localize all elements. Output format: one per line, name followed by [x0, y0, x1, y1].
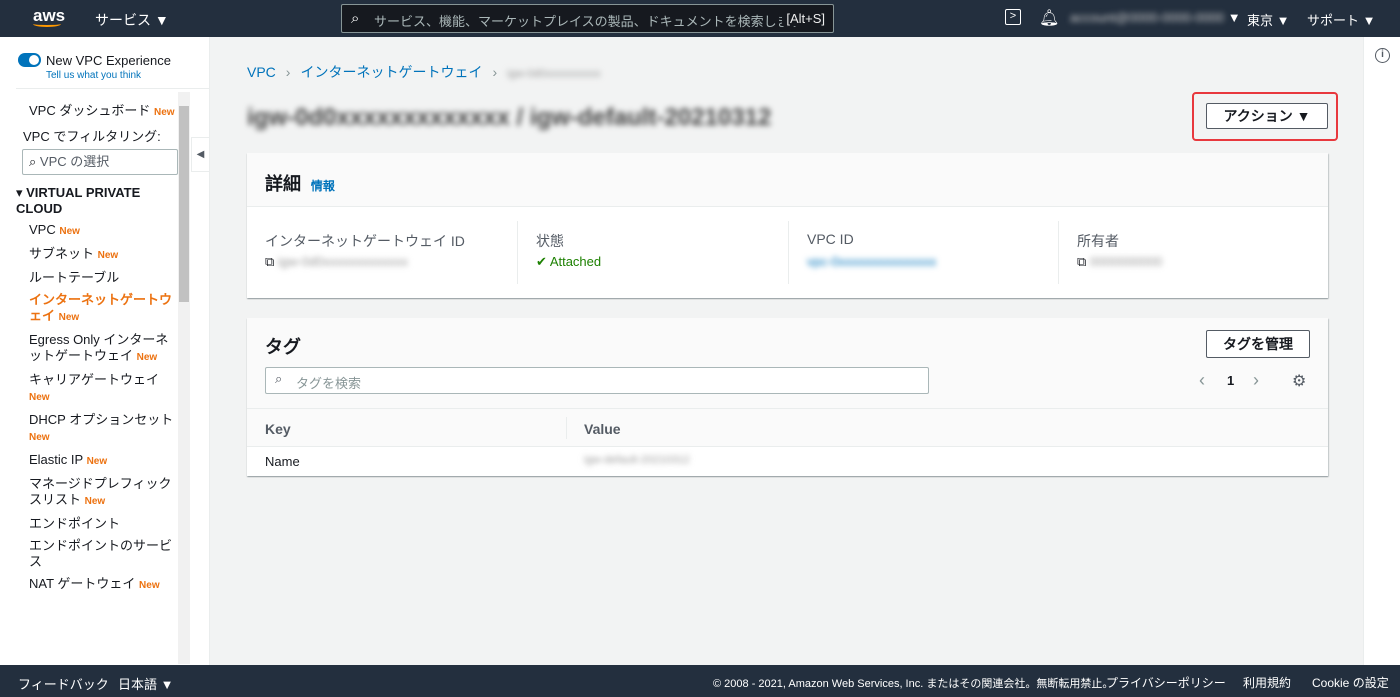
- breadcrumb-igw[interactable]: インターネットゲートウェイ: [300, 64, 482, 80]
- new-badge: New: [153, 107, 175, 118]
- sidebar-item[interactable]: VPC New: [0, 217, 178, 240]
- sidebar-item[interactable]: VPC ダッシュボード New: [0, 93, 178, 121]
- owner-value: ⧉ 0000000000: [1077, 254, 1163, 269]
- info-link[interactable]: 情報: [311, 179, 335, 193]
- copy-icon[interactable]: ⧉: [1077, 254, 1086, 269]
- table-header: Key Value: [247, 408, 1328, 447]
- top-nav: aws サービス ▼ ⌕ サービス、機能、マーケットプレイスの製品、ドキュメントを…: [0, 0, 1400, 37]
- igw-id-value: ⧉ igw-0d0xxxxxxxxxxxxx: [265, 254, 408, 269]
- bell-icon[interactable]: 🔔︎: [1039, 8, 1059, 28]
- new-badge: New: [84, 496, 106, 507]
- next-page-icon[interactable]: ›: [1253, 370, 1259, 391]
- igw-id-label: インターネットゲートウェイ ID: [265, 233, 465, 249]
- sidebar-item[interactable]: DHCP オプションセット New: [0, 406, 178, 446]
- copy-icon[interactable]: ⧉: [265, 254, 274, 269]
- breadcrumb: VPC › インターネットゲートウェイ › igw-0d0xxxxxxxxxx: [247, 64, 601, 80]
- new-badge: New: [86, 456, 108, 467]
- vpc-id-link[interactable]: vpc-0xxxxxxxxxxxxxxx: [807, 254, 936, 269]
- sidebar-item[interactable]: マネージドプレフィックスリスト New: [0, 470, 178, 510]
- details-title: 詳細: [265, 174, 301, 194]
- manage-tags-button[interactable]: タグを管理: [1206, 330, 1310, 358]
- search-icon: ⌕: [29, 154, 37, 169]
- footer: フィードバック 日本語 ▼ © 2008 - 2021, Amazon Web …: [0, 665, 1400, 697]
- sidebar-item[interactable]: サブネット New: [0, 240, 178, 264]
- page-title: igw-0d0xxxxxxxxxxxxx / igw-default-20210…: [247, 104, 772, 131]
- support-menu[interactable]: サポート ▼: [1307, 10, 1375, 29]
- global-search-input[interactable]: ⌕ サービス、機能、マーケットプレイスの製品、ドキュメントを検索します [Alt+S…: [341, 4, 834, 33]
- copyright: © 2008 - 2021, Amazon Web Services, Inc.…: [713, 678, 1114, 690]
- search-shortcut: [Alt+S]: [782, 11, 825, 26]
- tag-search-input[interactable]: ⌕ タグを検索: [265, 367, 929, 394]
- state-label: 状態: [536, 233, 564, 249]
- account-menu[interactable]: account@0000-0000-0000 ▼: [1070, 10, 1241, 25]
- section-virtual-private-cloud[interactable]: ▾ VIRTUAL PRIVATE CLOUD: [0, 175, 170, 217]
- sidebar-item[interactable]: エンドポイント: [0, 510, 178, 532]
- privacy-link[interactable]: プライバシーポリシー: [1106, 674, 1226, 691]
- collapse-sidebar-button[interactable]: ◀: [191, 137, 210, 172]
- check-circle-icon: ✔: [536, 254, 547, 269]
- column-value[interactable]: Value: [584, 421, 621, 437]
- sidebar-scrollbar[interactable]: [178, 92, 190, 664]
- language-select[interactable]: 日本語 ▼: [118, 674, 173, 693]
- page-number[interactable]: 1: [1227, 373, 1234, 388]
- sidebar-item[interactable]: Egress Only インターネットゲートウェイ New: [0, 326, 178, 366]
- region-menu[interactable]: 東京 ▼: [1247, 10, 1289, 29]
- state-value: ✔ Attached: [536, 254, 602, 269]
- sidebar-item[interactable]: Elastic IP New: [0, 446, 178, 470]
- cookie-link[interactable]: Cookie の設定: [1312, 674, 1389, 691]
- new-badge: New: [29, 432, 50, 443]
- sidebar: New VPC Experience Tell us what you thin…: [0, 37, 210, 665]
- info-icon[interactable]: i: [1375, 48, 1390, 63]
- new-badge: New: [59, 226, 80, 237]
- column-key[interactable]: Key: [265, 421, 291, 437]
- vpc-id-label: VPC ID: [807, 231, 854, 247]
- sidebar-item[interactable]: インターネットゲートウェイ New: [0, 286, 178, 326]
- gear-icon[interactable]: ⚙: [1292, 371, 1306, 391]
- sidebar-item[interactable]: ルートテーブル: [0, 264, 178, 286]
- new-vpc-toggle[interactable]: [18, 53, 41, 67]
- sidebar-nav: VPC ダッシュボード New VPC でフィルタリング: ⌕ VPC の選択 ▾ V…: [0, 93, 178, 594]
- search-icon: ⌕: [275, 371, 283, 386]
- new-badge: New: [139, 580, 160, 591]
- services-menu[interactable]: サービス ▼: [95, 10, 169, 30]
- vpc-filter-select[interactable]: ⌕ VPC の選択: [22, 149, 178, 175]
- aws-logo[interactable]: aws: [33, 6, 65, 27]
- terms-link[interactable]: 利用規約: [1243, 674, 1291, 691]
- table-row: Name igw-default-20210312: [247, 447, 1328, 476]
- breadcrumb-vpc[interactable]: VPC: [247, 64, 276, 80]
- cloudshell-icon[interactable]: >: [1005, 9, 1021, 25]
- actions-button[interactable]: アクション ▼: [1206, 103, 1328, 129]
- prev-page-icon[interactable]: ‹: [1199, 370, 1205, 391]
- breadcrumb-current: igw-0d0xxxxxxxxxx: [507, 68, 601, 80]
- feedback-link[interactable]: Tell us what you think: [46, 70, 141, 81]
- owner-label: 所有者: [1077, 233, 1119, 249]
- vpc-filter-label: VPC でフィルタリング:: [23, 129, 161, 144]
- search-icon: ⌕: [351, 10, 360, 27]
- help-panel: i: [1363, 37, 1400, 665]
- toggle-label: New VPC Experience: [46, 53, 171, 68]
- sidebar-item[interactable]: NAT ゲートウェイ New: [0, 570, 178, 594]
- new-badge: New: [58, 312, 80, 323]
- new-badge: New: [29, 392, 50, 403]
- sidebar-item[interactable]: キャリアゲートウェイ New: [0, 366, 178, 406]
- new-badge: New: [97, 250, 119, 261]
- tags-title: タグ: [265, 337, 301, 357]
- new-badge: New: [136, 352, 158, 363]
- tags-panel: タグ タグを管理 ⌕ タグを検索 ‹ 1 › ⚙ Key Value Name i…: [247, 318, 1328, 476]
- sidebar-item[interactable]: エンドポイントのサービス: [0, 532, 178, 570]
- feedback-link[interactable]: フィードバック: [18, 674, 109, 693]
